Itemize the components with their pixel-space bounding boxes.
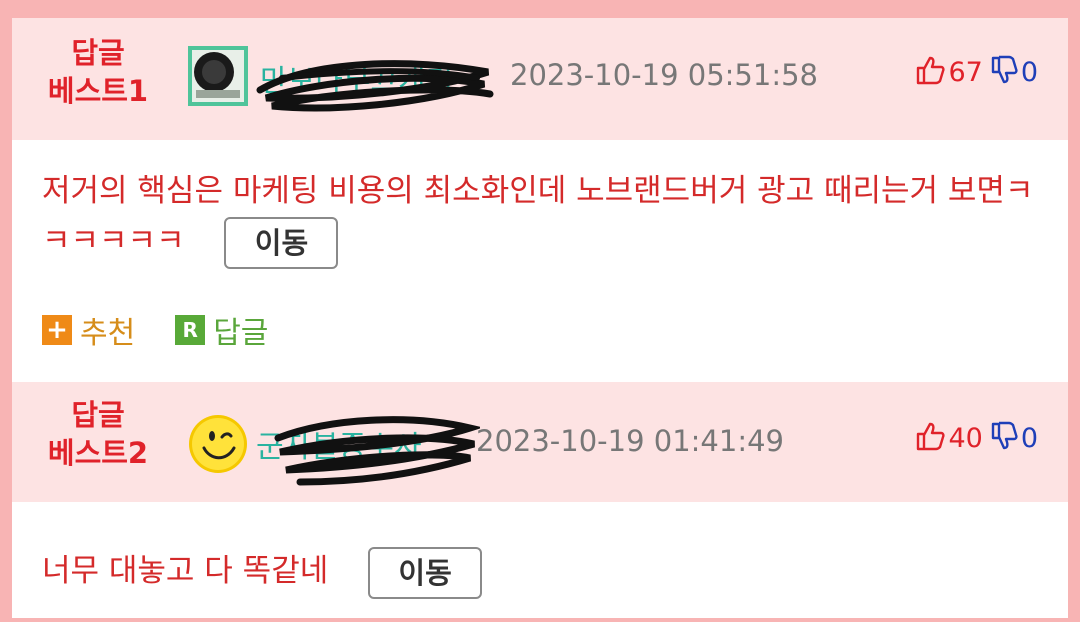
comment-header: 답글 베스트1 만보다부끄개기 2023-10-19 05:51:58 67 0	[12, 18, 1068, 140]
plus-icon: +	[42, 315, 72, 345]
comment-list: 답글 베스트1 만보다부끄개기 2023-10-19 05:51:58 67 0…	[12, 18, 1068, 618]
comment-date: 2023-10-19 01:41:49	[476, 424, 784, 458]
best-rank-label: 답글 베스트2	[38, 396, 158, 472]
downvote-count: 0	[1020, 422, 1038, 454]
recommend-label: 추천	[80, 316, 136, 351]
move-button[interactable]: 이동	[368, 546, 483, 599]
comment-header: 답글 베스트2 군자불중수사 2023-10-19 01:41:49 40 0	[12, 382, 1068, 502]
rank-line1: 답글	[71, 398, 125, 432]
rank-line2: 베스트2	[47, 436, 149, 470]
best-rank-label: 답글 베스트1	[38, 34, 158, 110]
comment-date: 2023-10-19 05:51:58	[510, 58, 818, 92]
move-button[interactable]: 이동	[224, 216, 339, 269]
best-comment-1: 답글 베스트1 만보다부끄개기 2023-10-19 05:51:58 67 0…	[12, 18, 1068, 380]
comment-body: 너무 대놓고 다 똑같네 이동	[42, 546, 1042, 599]
comment-body: 저거의 핵심은 마케팅 비용의 최소화인데 노브랜드버거 광고 때리는거 보면ㅋ…	[42, 166, 1042, 269]
upvote-count: 40	[948, 422, 983, 454]
vote-box: 40 0	[914, 420, 1038, 456]
rank-line1: 답글	[71, 36, 125, 70]
comment-text: 저거의 핵심은 마케팅 비용의 최소화인데 노브랜드버거 광고 때리는거 보면ㅋ…	[42, 173, 1034, 259]
upvote-count: 67	[948, 56, 983, 88]
rank-line2: 베스트1	[47, 74, 149, 108]
reply-button[interactable]: R 답글	[175, 308, 268, 352]
best-comment-2: 답글 베스트2 군자불중수사 2023-10-19 01:41:49 40 0 …	[12, 382, 1068, 622]
avatar[interactable]	[188, 46, 248, 106]
comment-actions: + 추천 R 답글	[42, 308, 308, 352]
thumbs-down-icon[interactable]	[989, 420, 1019, 456]
nickname-link[interactable]: 군자불중수사	[256, 422, 422, 466]
thumbs-down-icon[interactable]	[989, 54, 1019, 90]
nickname-link[interactable]: 만보다부끄개기	[260, 56, 453, 100]
thumbs-up-icon[interactable]	[914, 420, 946, 456]
reply-icon: R	[175, 315, 206, 345]
downvote-count: 0	[1020, 56, 1038, 88]
reply-label: 답글	[213, 316, 269, 351]
comment-text: 너무 대놓고 다 똑같네	[42, 553, 329, 589]
thumbs-up-icon[interactable]	[914, 54, 946, 90]
recommend-button[interactable]: + 추천	[42, 308, 135, 352]
smiley-avatar[interactable]	[188, 414, 248, 474]
vote-box: 67 0	[914, 54, 1038, 90]
